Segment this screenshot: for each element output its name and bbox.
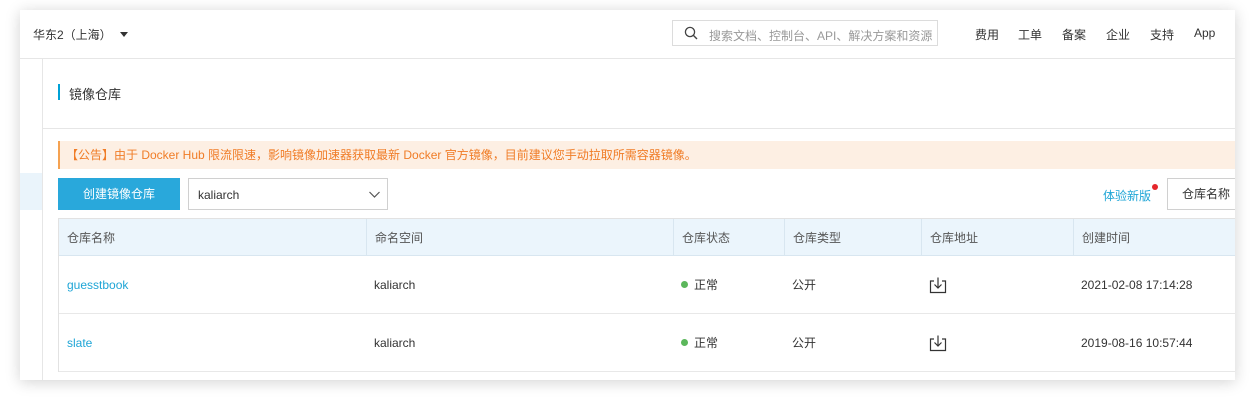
address-cell (921, 314, 1073, 371)
global-search-box[interactable]: 搜索文档、控制台、API、解决方案和资源 (672, 20, 938, 46)
try-new-version-link[interactable]: 体验新版 (1103, 184, 1159, 204)
repository-table: 仓库名称 命名空间 仓库状态 仓库类型 仓库地址 创建时间 guesstbook… (58, 218, 1235, 372)
address-cell (921, 256, 1073, 313)
type-cell: 公开 (792, 336, 817, 350)
status-cell: 正常 (673, 314, 784, 371)
namespace-cell: kaliarch (374, 335, 416, 350)
column-header-status: 仓库状态 (673, 219, 784, 255)
page-title: 镜像仓库 (69, 87, 122, 102)
column-header-repo-name: 仓库名称 (67, 230, 116, 245)
table-row: guesstbook kaliarch 正常 公开 2021-02-08 17:… (59, 256, 1235, 314)
repo-name-cell: guesstbook (59, 256, 366, 313)
repo-name-cell: slate (59, 314, 366, 371)
column-header-address: 仓库地址 (921, 219, 1073, 255)
page-header: 镜像仓库 (43, 59, 1235, 129)
repo-name-link[interactable]: slate (67, 336, 92, 350)
announcement-banner: 【公告】由于 Docker Hub 限流限速，影响镜像加速器获取最新 Docke… (58, 141, 1235, 169)
nav-item-app[interactable]: App (1194, 26, 1215, 40)
try-new-version-label: 体验新版 (1103, 189, 1152, 203)
namespace-select[interactable]: kaliarch (188, 178, 388, 210)
repo-name-link[interactable]: guesstbook (67, 278, 128, 292)
column-header-type: 仓库类型 (784, 219, 921, 255)
notification-dot (1152, 184, 1159, 190)
console-window: 华东2（上海） 搜索文档、控制台、API、解决方案和资源 费用 工单 备案 企业… (20, 10, 1235, 380)
chevron-down-icon (369, 191, 380, 198)
search-placeholder: 搜索文档、控制台、API、解决方案和资源 (709, 29, 933, 43)
download-icon[interactable] (929, 276, 947, 294)
title-accent-bar (58, 84, 60, 100)
created-time-cell: 2019-08-16 10:57:44 (1081, 335, 1193, 350)
table-header: 仓库名称 命名空间 仓库状态 仓库类型 仓库地址 创建时间 (59, 219, 1235, 256)
region-label: 华东2（上海） (33, 28, 112, 42)
nav-item-billing[interactable]: 费用 (975, 26, 999, 43)
sidebar-active-highlight (20, 173, 42, 210)
namespace-select-value: kaliarch (198, 188, 240, 202)
caret-down-icon (119, 32, 128, 37)
status-ok-icon (681, 339, 688, 346)
column-header-created: 创建时间 (1073, 219, 1235, 255)
create-repository-button[interactable]: 创建镜像仓库 (58, 178, 180, 210)
top-navigation-bar: 华东2（上海） 搜索文档、控制台、API、解决方案和资源 费用 工单 备案 企业… (20, 10, 1235, 59)
nav-item-support[interactable]: 支持 (1150, 26, 1174, 43)
download-icon[interactable] (929, 334, 947, 352)
sort-by-name-select[interactable]: 仓库名称 (1167, 178, 1235, 210)
nav-item-enterprise[interactable]: 企业 (1106, 26, 1130, 43)
nav-item-filing[interactable]: 备案 (1062, 26, 1086, 43)
type-cell: 公开 (792, 278, 817, 292)
column-header-namespace: 命名空间 (366, 219, 673, 255)
nav-item-tickets[interactable]: 工单 (1018, 26, 1042, 43)
region-selector[interactable]: 华东2（上海） (33, 26, 128, 43)
created-time-cell: 2021-02-08 17:14:28 (1081, 277, 1193, 292)
status-text: 正常 (694, 278, 719, 292)
status-text: 正常 (694, 336, 719, 350)
table-row: slate kaliarch 正常 公开 2019-08-16 10:57:44 (59, 314, 1235, 372)
search-icon (684, 26, 698, 40)
status-ok-icon (681, 281, 688, 288)
namespace-cell: kaliarch (374, 277, 416, 292)
status-cell: 正常 (673, 256, 784, 313)
